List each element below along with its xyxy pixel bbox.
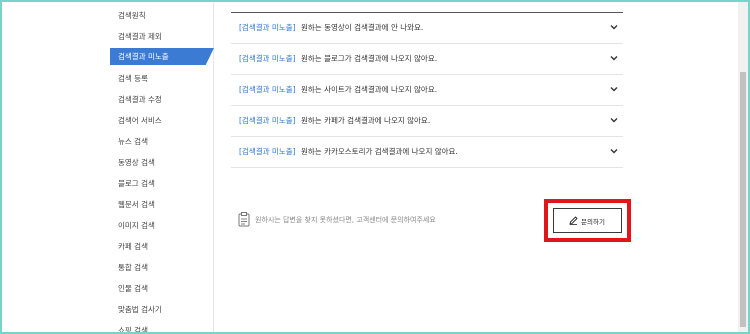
clipboard-icon [238,212,250,227]
chevron-down-icon[interactable] [610,147,618,155]
faq-item[interactable]: [검색결과 미노출] 원하는 사이트가 검색결과에 나오지 않아요. [231,75,623,106]
inquiry-button-label: 문의하기 [581,218,605,226]
chevron-down-icon[interactable] [610,54,618,62]
chevron-down-icon[interactable] [610,85,618,93]
ask-button-highlight: 문의하기 [544,199,631,242]
faq-question: 원하는 블로그가 검색결과에 나오지 않아요. [301,54,438,63]
sidebar-item-search-exclusion[interactable]: 검색결과 제외 [118,31,162,42]
help-text: 원하시는 답변을 찾지 못하셨다면, 고객센터에 문의하여주세요 [255,216,436,224]
sidebar: 검색원칙 검색결과 제외 검색결과 미노출 검색 등록 검색결과 수정 검색어 … [2,2,214,334]
faq-category-tag: [검색결과 미노출] [239,54,296,63]
faq-item[interactable]: [검색결과 미노출] 원하는 카페가 검색결과에 나오지 않아요. [231,106,623,137]
faq-question: 원하는 카페가 검색결과에 나오지 않아요. [301,116,431,125]
faq-item[interactable]: [검색결과 미노출] 원하는 블로그가 검색결과에 나오지 않아요. [231,44,623,75]
sidebar-item-search-registration[interactable]: 검색 등록 [118,73,148,84]
sidebar-item-spell-checker[interactable]: 맞춤법 검사기 [118,304,162,315]
scrollbar-thumb[interactable] [740,72,746,327]
faq-category-tag: [검색결과 미노출] [239,23,296,32]
main-content: [검색결과 미노출] 원하는 동영상이 검색결과에 안 나와요. [검색결과 미… [214,2,738,332]
sidebar-item-search-not-shown[interactable]: 검색결과 미노출 [110,48,214,65]
sidebar-item-blog-search[interactable]: 블로그 검색 [118,178,155,189]
chevron-down-icon[interactable] [610,116,618,124]
faq-item[interactable]: [검색결과 미노출] 원하는 카카오스토리가 검색결과에 나오지 않아요. [231,137,623,168]
sidebar-item-integrated-search[interactable]: 통합 검색 [118,262,148,273]
sidebar-item-video-search[interactable]: 동영상 검색 [118,157,155,168]
chevron-down-icon[interactable] [610,23,618,31]
faq-question: 원하는 카카오스토리가 검색결과에 나오지 않아요. [301,147,458,156]
help-notice: 원하시는 답변을 찾지 못하셨다면, 고객센터에 문의하여주세요 [238,212,538,228]
faq-category-tag: [검색결과 미노출] [239,85,296,94]
sidebar-item-cafe-search[interactable]: 카페 검색 [118,241,148,252]
sidebar-item-shopping-search[interactable]: 쇼핑 검색 [118,325,148,334]
sidebar-item-people-search[interactable]: 인물 검색 [118,283,148,294]
faq-item[interactable]: [검색결과 미노출] 원하는 동영상이 검색결과에 안 나와요. [231,13,623,44]
faq-question: 원하는 동영상이 검색결과에 안 나와요. [301,23,424,32]
sidebar-item-keyword-service[interactable]: 검색어 서비스 [118,115,162,126]
sidebar-item-news-search[interactable]: 뉴스 검색 [118,136,148,147]
sidebar-item-web-search[interactable]: 웹문서 검색 [118,199,155,210]
inquiry-button[interactable]: 문의하기 [553,208,622,233]
pencil-icon [569,216,578,225]
faq-category-tag: [검색결과 미노출] [239,147,296,156]
sidebar-item-image-search[interactable]: 이미지 검색 [118,220,155,231]
faq-question: 원하는 사이트가 검색결과에 나오지 않아요. [301,85,438,94]
sidebar-item-search-principles[interactable]: 검색원칙 [118,10,146,21]
sidebar-item-search-edit[interactable]: 검색결과 수정 [118,94,162,105]
vertical-scrollbar[interactable] [738,2,748,332]
faq-category-tag: [검색결과 미노출] [239,116,296,125]
